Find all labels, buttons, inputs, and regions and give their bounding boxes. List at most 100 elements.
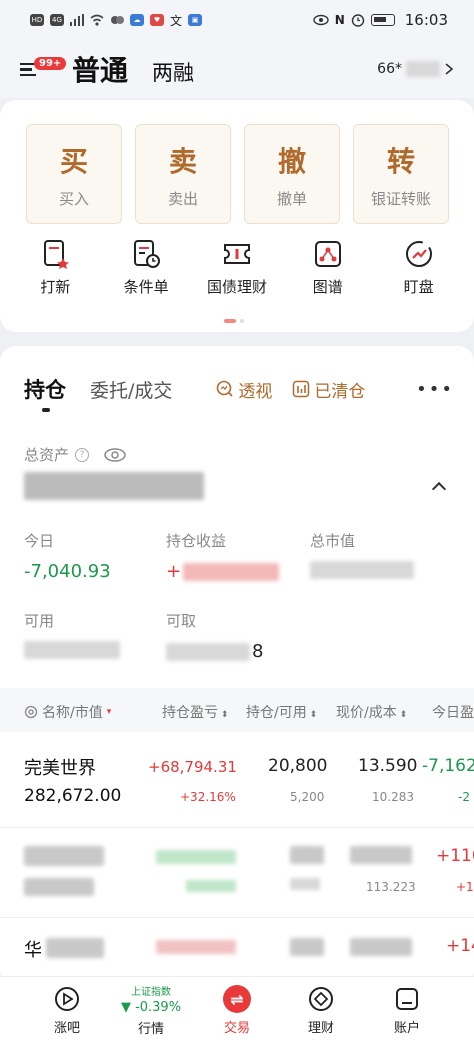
perspective-button[interactable]: 透视 <box>216 377 272 402</box>
price-masked <box>350 938 412 956</box>
today-pnl: -7,162 <box>422 756 474 776</box>
market-value-masked <box>24 878 94 896</box>
holdings-table-header: 名称/市值 ▾ 持仓盈亏 ⬍ 持仓/可用 ⬍ 现价/成本 ⬍ 今日盈 <box>0 688 474 732</box>
account-selector[interactable]: 66* <box>377 61 454 77</box>
chevron-right-icon <box>445 63 454 75</box>
quick-item-treasury-bond[interactable]: 国债理财 <box>194 238 280 297</box>
hd-icon: HD <box>30 14 44 26</box>
col-header-label: 现价/成本 <box>336 705 397 721</box>
masked-value <box>183 562 280 581</box>
withdrawable-tail: 8 <box>252 641 264 662</box>
account-number-masked <box>406 61 440 77</box>
page-dot <box>240 319 244 323</box>
cost-price: 10.283 <box>372 790 414 804</box>
heart-icon: ♥ <box>150 14 164 26</box>
eye-icon[interactable] <box>103 447 127 463</box>
nav-wealth[interactable]: 理财 <box>286 985 356 1036</box>
profit-sign: + <box>166 561 182 582</box>
quick-item-graph[interactable]: 图谱 <box>285 238 371 297</box>
stock-name: 完美世界 <box>24 758 96 779</box>
cancel-order-button[interactable]: 撤 撤单 <box>244 124 340 224</box>
cost-price: 113.223 <box>366 880 416 894</box>
total-asset-label: 总资产 <box>24 446 70 464</box>
4g-icon: 4G <box>50 14 64 26</box>
battery-icon <box>370 14 395 26</box>
col-position-pnl[interactable]: 持仓盈亏 ⬍ <box>162 702 228 722</box>
bar-chart-icon <box>293 380 310 398</box>
nav-account[interactable]: 账户 <box>372 985 442 1036</box>
position-profit-value: + <box>166 561 280 582</box>
masked-value <box>24 641 120 659</box>
today-pnl: +14 <box>446 936 474 956</box>
tab-margin-trading[interactable]: 两融 <box>152 57 194 87</box>
col-name-market-value[interactable]: 名称/市值 ▾ <box>24 702 111 722</box>
quick-item-label: 打新 <box>40 278 71 296</box>
tab-orders-trades[interactable]: 委托/成交 <box>90 376 172 403</box>
current-price: 13.590 <box>358 756 418 776</box>
positions-panel: 持仓 委托/成交 透视 已清仓 ••• 总资产 ? 今日 -7,040.93 持… <box>0 346 474 986</box>
position-pnl: +68,794.31 <box>148 758 237 776</box>
sell-button[interactable]: 卖 卖出 <box>135 124 231 224</box>
watch-icon <box>405 241 432 267</box>
col-header-label: 持仓/可用 <box>246 705 307 721</box>
nav-market[interactable]: 上证指数 ▼ -0.39% 行情 <box>116 983 186 1037</box>
tab-positions[interactable]: 持仓 <box>24 374 66 412</box>
col-today-pnl[interactable]: 今日盈 <box>432 702 474 722</box>
stat-withdrawable: 可取 8 <box>166 610 263 662</box>
available-label: 可用 <box>24 612 55 630</box>
sort-desc-icon: ▾ <box>106 707 112 717</box>
price-masked <box>350 846 412 864</box>
quick-item-label: 条件单 <box>123 278 169 296</box>
account-number: 66* <box>377 61 402 77</box>
withdrawable-label: 可取 <box>166 612 197 630</box>
nav-zhangba[interactable]: 涨吧 <box>32 985 102 1036</box>
cleared-positions-button[interactable]: 已清仓 <box>292 377 365 402</box>
cleared-label: 已清仓 <box>314 381 366 402</box>
position-profit-label: 持仓收益 <box>166 532 227 550</box>
account-icon <box>396 988 418 1010</box>
nav-trade[interactable]: ⇌ 交易 <box>202 985 272 1036</box>
sort-icon: ⬍ <box>218 710 229 720</box>
bottom-navigation: 涨吧 上证指数 ▼ -0.39% 行情 ⇌ 交易 理财 账户 <box>0 976 474 1045</box>
signal-icon <box>70 14 84 26</box>
wealth-icon <box>309 987 333 1011</box>
holding-masked <box>290 846 324 864</box>
buy-glyph: 买 <box>59 144 88 178</box>
table-row[interactable]: 完美世界 282,672.00 +68,794.31 +32.16% 20,80… <box>0 738 474 828</box>
positions-tabs: 持仓 委托/成交 透视 已清仓 ••• <box>24 374 454 412</box>
menu-button[interactable]: 99+ <box>20 54 67 84</box>
collapse-chevron-up-icon[interactable] <box>431 481 447 497</box>
total-asset-label-group: 总资产 ? <box>24 444 127 465</box>
masked-value <box>166 642 250 661</box>
quick-item-ipo[interactable]: 打新 <box>12 238 98 297</box>
col-header-label: 名称/市值 <box>42 705 103 721</box>
col-holding-available[interactable]: 持仓/可用 ⬍ <box>246 702 317 722</box>
available-qty: 5,200 <box>290 790 325 804</box>
masked-value <box>310 561 414 579</box>
transfer-glyph: 转 <box>386 144 415 178</box>
available-masked <box>290 878 320 890</box>
tab-normal[interactable]: 普通 <box>72 49 128 89</box>
today-value: -7,040.93 <box>24 561 111 582</box>
notification-badge: 99+ <box>34 57 67 70</box>
quick-item-condition-order[interactable]: 条件单 <box>103 238 189 297</box>
sell-glyph: 卖 <box>168 144 197 178</box>
nav-label: 行情 <box>137 1022 164 1037</box>
table-row[interactable]: 113.223 +110 +1 <box>0 828 474 918</box>
quick-item-watch[interactable]: 盯盘 <box>376 238 462 297</box>
withdrawable-value: 8 <box>166 641 263 662</box>
cloud-icon: ☁ <box>130 14 144 26</box>
quick-item-label: 盯盘 <box>403 278 434 296</box>
nav-label: 交易 <box>223 1021 250 1036</box>
buy-button[interactable]: 买 买入 <box>26 124 122 224</box>
col-price-cost[interactable]: 现价/成本 ⬍ <box>336 702 407 722</box>
nav-label: 理财 <box>307 1021 334 1036</box>
help-icon[interactable]: ? <box>75 447 90 462</box>
bank-transfer-button[interactable]: 转 银证转账 <box>353 124 449 224</box>
more-icon[interactable]: ••• <box>416 379 454 400</box>
pnl-pct-masked <box>186 880 236 892</box>
perspective-label: 透视 <box>238 381 273 402</box>
stat-market-value: 总市值 <box>310 530 414 584</box>
holding-qty: 20,800 <box>268 756 328 776</box>
sort-icon: ⬍ <box>306 710 318 720</box>
